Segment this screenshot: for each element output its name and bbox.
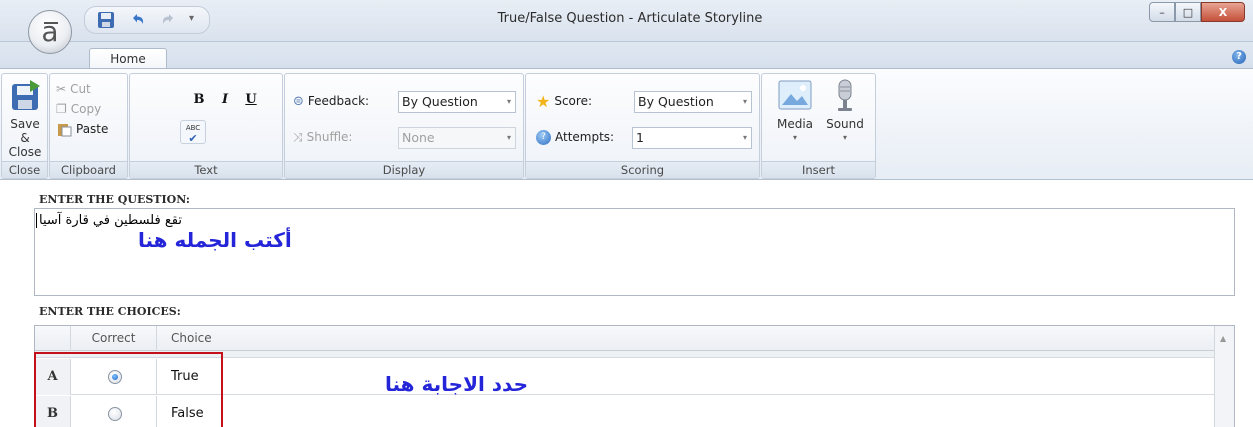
attempts-control: ? Attempts: xyxy=(536,128,614,146)
shuffle-label: Shuffle: xyxy=(306,130,353,144)
paste-icon xyxy=(58,124,72,137)
close-button[interactable]: X xyxy=(1201,2,1245,22)
feedback-icon: ⊜ xyxy=(293,93,304,109)
attempts-dropdown[interactable]: 1 ▾ xyxy=(632,127,752,149)
text-caret xyxy=(36,213,37,228)
copy-button[interactable]: ❐ Copy xyxy=(56,100,101,118)
choices-grid-header: Correct Choice xyxy=(35,326,1215,351)
save-close-label-line1: Save & xyxy=(10,117,40,145)
paste-button[interactable]: Paste xyxy=(56,120,108,138)
ribbon: Save & Close Close ✂ Cut ❐ Copy Paste Cl… xyxy=(0,68,1253,180)
group-label-close: Close xyxy=(2,161,47,178)
quick-access-toolbar: ▾ xyxy=(84,6,210,34)
header-letter-cell xyxy=(35,326,71,351)
customize-toolbar-chevron-icon[interactable]: ▾ xyxy=(189,13,209,31)
spell-check-button[interactable]: ABC ✔ xyxy=(180,120,206,144)
ribbon-group-close: Save & Close Close xyxy=(1,73,48,179)
undo-icon[interactable] xyxy=(129,11,149,29)
insert-sound-button[interactable]: Sound ▾ xyxy=(820,78,870,145)
window-title: True/False Question - Articulate Storyli… xyxy=(497,11,763,26)
ribbon-group-text: B I U ABC ✔ Text xyxy=(129,73,283,179)
score-value: By Question xyxy=(638,94,714,109)
header-choice: Choice xyxy=(171,331,212,345)
paste-label: Paste xyxy=(76,122,109,136)
group-label-insert: Insert xyxy=(762,161,875,178)
tab-home[interactable]: Home xyxy=(89,48,167,70)
underline-button[interactable]: U xyxy=(240,90,262,110)
insert-media-button[interactable]: Media ▾ xyxy=(768,78,822,145)
ribbon-tab-row: Home ? xyxy=(0,42,1253,70)
scissors-icon: ✂ xyxy=(56,82,67,96)
window-controls: – □ X xyxy=(1149,2,1245,24)
score-control: ★ Score: xyxy=(536,91,592,111)
attempts-icon: ? xyxy=(536,129,551,145)
redo-icon[interactable] xyxy=(159,11,179,29)
ribbon-group-display: ⊜ Feedback: By Question ▾ ⤨ Shuffle: Non… xyxy=(284,73,524,179)
highlight-box xyxy=(34,352,223,427)
maximize-button[interactable]: □ xyxy=(1175,2,1201,22)
sound-chevron-icon: ▾ xyxy=(842,133,847,142)
save-close-label-line2: Close xyxy=(8,145,42,159)
feedback-control: ⊜ Feedback: xyxy=(293,92,369,110)
choices-annotation: حدد الاجابة هنا xyxy=(385,372,529,396)
chevron-down-icon: ▾ xyxy=(742,133,747,142)
group-label-clipboard: Clipboard xyxy=(50,161,127,178)
attempts-label: Attempts: xyxy=(555,130,615,144)
group-label-display: Display xyxy=(285,161,523,178)
ribbon-group-scoring: ★ Score: By Question ▾ ? Attempts: 1 ▾ S… xyxy=(525,73,760,179)
cut-label: Cut xyxy=(70,82,91,96)
vertical-scrollbar[interactable]: ▲ xyxy=(1214,326,1234,427)
group-label-text: Text xyxy=(130,161,282,178)
shuffle-control: ⤨ Shuffle: xyxy=(293,128,352,146)
italic-button[interactable]: I xyxy=(214,90,236,110)
media-label: Media xyxy=(776,117,814,131)
shuffle-icon: ⤨ xyxy=(293,129,303,144)
media-icon xyxy=(778,80,812,110)
microphone-icon xyxy=(838,79,852,111)
copy-icon: ❐ xyxy=(56,102,67,116)
app-orb-macron xyxy=(44,22,58,24)
shuffle-dropdown[interactable]: None ▾ xyxy=(398,127,516,149)
sound-label: Sound xyxy=(826,117,864,131)
title-bar: ▾ True/False Question - Articulate Story… xyxy=(0,0,1253,42)
save-icon[interactable] xyxy=(97,11,117,29)
help-icon[interactable]: ? xyxy=(1232,50,1246,64)
checkmark-icon: ✔ xyxy=(188,132,198,145)
score-label: Score: xyxy=(554,94,592,108)
score-dropdown[interactable]: By Question ▾ xyxy=(634,91,752,113)
feedback-label: Feedback: xyxy=(307,94,370,108)
question-text: تقع فلسطين في قارة آسيا xyxy=(39,213,182,228)
chevron-down-icon: ▾ xyxy=(506,133,511,142)
ribbon-group-clipboard: ✂ Cut ❐ Copy Paste Clipboard xyxy=(49,73,128,179)
shuffle-value: None xyxy=(402,130,435,145)
ribbon-group-insert: Media ▾ Sound ▾ Insert xyxy=(761,73,876,179)
enter-choices-label: ENTER THE CHOICES: xyxy=(39,305,181,318)
feedback-dropdown[interactable]: By Question ▾ xyxy=(398,91,516,113)
save-and-close-button[interactable]: Save & Close xyxy=(6,78,44,159)
question-input[interactable]: تقع فلسطين في قارة آسيا xyxy=(34,208,1235,296)
header-correct: Correct xyxy=(71,326,157,351)
save-close-icon xyxy=(12,80,40,110)
media-chevron-icon: ▾ xyxy=(792,133,797,142)
chevron-down-icon: ▾ xyxy=(742,97,747,106)
feedback-value: By Question xyxy=(402,94,478,109)
enter-question-label: ENTER THE QUESTION: xyxy=(39,193,190,206)
question-annotation: أكتب الجمله هنا xyxy=(138,228,292,252)
group-label-scoring: Scoring xyxy=(526,161,759,178)
star-icon: ★ xyxy=(536,91,551,111)
attempts-value: 1 xyxy=(636,130,644,145)
minimize-button[interactable]: – xyxy=(1149,2,1175,22)
scroll-up-arrow-icon[interactable]: ▲ xyxy=(1220,334,1226,343)
bold-button[interactable]: B xyxy=(188,90,210,110)
cut-button[interactable]: ✂ Cut xyxy=(56,80,91,98)
copy-label: Copy xyxy=(70,102,102,116)
chevron-down-icon: ▾ xyxy=(506,97,511,106)
app-menu-button[interactable]: a xyxy=(28,10,72,54)
